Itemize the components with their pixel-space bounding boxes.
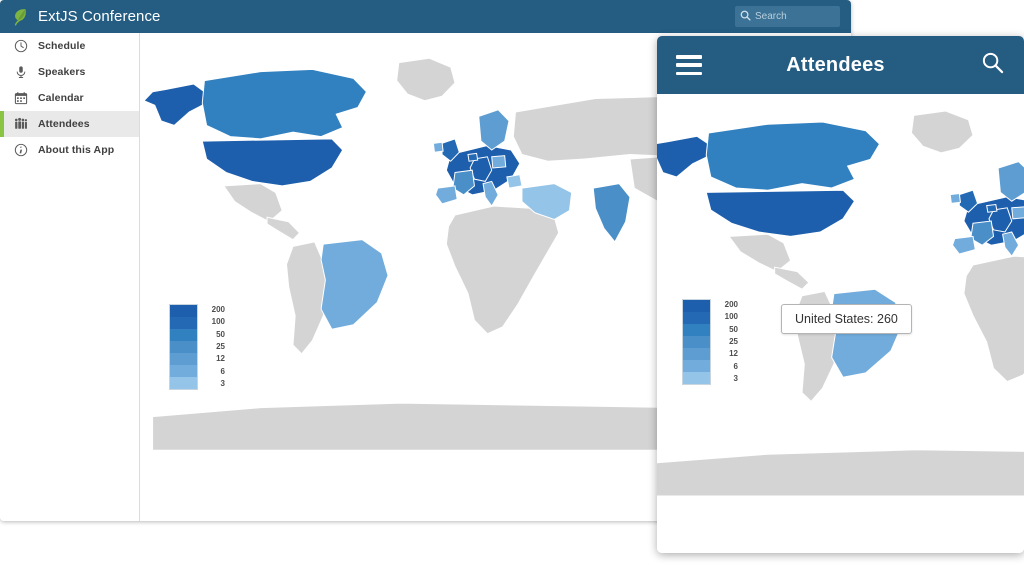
legend-swatch (683, 348, 710, 360)
legend-swatch (170, 317, 197, 329)
map-country[interactable] (201, 68, 368, 140)
legend-label: 6 (733, 361, 738, 371)
legend-swatch (170, 305, 197, 317)
legend-label: 12 (729, 349, 738, 359)
sidebar-item-attendees[interactable]: Attendees (0, 111, 139, 137)
legend-swatches (682, 299, 711, 385)
screenshot-root: ExtJS Conference Search Schedule Speaker… (0, 0, 1024, 568)
map-country[interactable] (705, 121, 881, 191)
map-country[interactable] (506, 174, 523, 189)
map-country[interactable] (432, 141, 444, 153)
legend-swatch (170, 329, 197, 341)
search-icon (740, 8, 751, 26)
people-icon (13, 117, 28, 132)
map-country[interactable] (467, 152, 479, 162)
map-country[interactable] (949, 192, 962, 204)
legend-label: 200 (211, 305, 225, 315)
legend-label: 12 (216, 354, 225, 364)
attendees-overlay-window: Attendees 200 100 50 25 12 6 3 United States: … (657, 36, 1024, 553)
legend-labels: 200 100 50 25 12 6 3 (205, 304, 225, 390)
sidebar-item-calendar[interactable]: Calendar (0, 85, 139, 111)
legend-label: 100 (724, 312, 738, 322)
sidebar-item-label: Attendees (38, 118, 90, 130)
legend-label: 6 (220, 366, 225, 376)
sidebar-item-label: Calendar (38, 92, 84, 104)
world-map-overlay[interactable]: 200 100 50 25 12 6 3 United States: 260 (657, 94, 1024, 553)
legend-label: 25 (216, 341, 225, 351)
clock-icon (13, 39, 28, 54)
app-title: ExtJS Conference (38, 8, 161, 25)
search-box[interactable] (735, 6, 840, 27)
sidebar: Schedule Speakers Calendar Attendees Abo… (0, 33, 140, 521)
legend-label: 200 (724, 300, 738, 310)
calendar-icon (13, 91, 28, 106)
sidebar-item-label: About this App (38, 144, 115, 156)
map-legend-main: 200 100 50 25 12 6 3 (169, 304, 225, 390)
search-input[interactable] (755, 11, 830, 22)
legend-swatch (683, 336, 710, 348)
legend-label: 3 (733, 373, 738, 383)
search-icon[interactable] (981, 51, 1004, 79)
app-header: ExtJS Conference (0, 0, 851, 33)
sidebar-item-label: Speakers (38, 66, 86, 78)
legend-label: 25 (729, 336, 738, 346)
microphone-icon (13, 65, 28, 80)
map-legend-overlay: 200 100 50 25 12 6 3 (682, 299, 738, 385)
map-country[interactable] (1011, 206, 1024, 220)
legend-swatch (170, 353, 197, 365)
sidebar-item-schedule[interactable]: Schedule (0, 33, 139, 59)
legend-swatch (170, 365, 197, 377)
info-icon (13, 143, 28, 158)
overlay-title: Attendees (786, 53, 885, 76)
legend-swatch (683, 324, 710, 336)
leaf-icon (11, 7, 29, 27)
legend-label: 3 (220, 378, 225, 388)
map-tooltip: United States: 260 (781, 304, 912, 334)
sidebar-item-speakers[interactable]: Speakers (0, 59, 139, 85)
overlay-header: Attendees (657, 36, 1024, 94)
legend-swatches (169, 304, 198, 390)
legend-label: 50 (729, 324, 738, 334)
legend-swatch (170, 377, 197, 389)
legend-swatch (683, 300, 710, 312)
map-country[interactable] (986, 203, 998, 213)
legend-swatch (683, 312, 710, 324)
legend-label: 50 (216, 329, 225, 339)
legend-label: 100 (211, 317, 225, 327)
legend-swatch (683, 372, 710, 384)
sidebar-item-about-this-app[interactable]: About this App (0, 137, 139, 163)
legend-swatch (683, 360, 710, 372)
map-country[interactable] (491, 155, 507, 169)
legend-labels: 200 100 50 25 12 6 3 (718, 299, 738, 385)
legend-swatch (170, 341, 197, 353)
sidebar-item-label: Schedule (38, 40, 86, 52)
